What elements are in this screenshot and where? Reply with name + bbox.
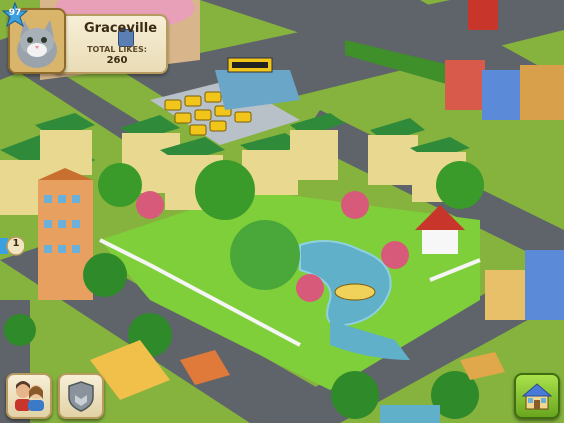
city-name: Graceville [84,21,158,36]
quest-count: 1 [12,238,20,249]
level-number: 97 [8,8,22,18]
shield-button[interactable] [58,373,104,419]
quest-badge[interactable]: 1 [0,234,26,258]
pool [380,405,440,423]
red-kiosk[interactable] [468,0,498,30]
game-scene[interactable]: Graceville TOTAL LIKES: 260 97 1 [0,0,564,423]
friends-icon [15,381,44,411]
profile-panel: Graceville TOTAL LIKES: 260 [52,14,168,74]
swan-boat [334,283,376,301]
total-likes-value: 260 [106,55,128,66]
profile-card[interactable]: Graceville TOTAL LIKES: 260 97 [1,1,168,74]
total-likes-label: TOTAL LIKES: [87,45,147,54]
shield-icon [68,381,94,412]
friends-button[interactable] [6,373,52,419]
build-button[interactable] [514,373,560,419]
level-badge: 97 [1,1,29,28]
build-house-icon [521,383,553,410]
